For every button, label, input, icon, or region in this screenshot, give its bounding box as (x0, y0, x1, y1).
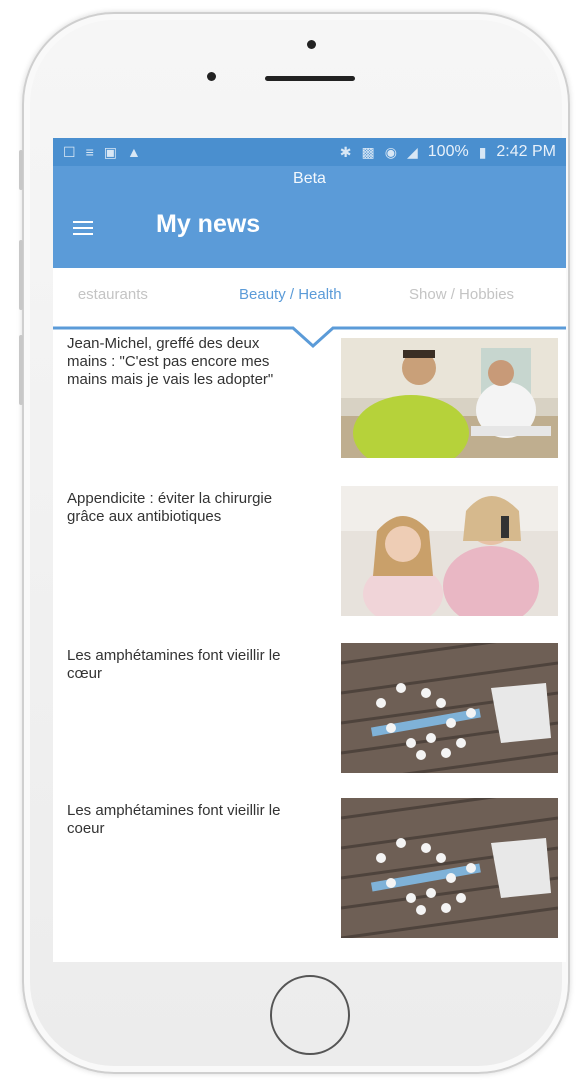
pills-syringe-photo (341, 643, 558, 773)
mute-switch (19, 150, 23, 190)
article-card[interactable]: Jean-Michel, greffé des deux mains : "C'… (53, 335, 566, 475)
beta-label: Beta (293, 170, 326, 187)
article-title: Les amphétamines font vieillir le coeur (67, 802, 281, 837)
article-card[interactable]: Appendicite : éviter la chirurgie grâce … (53, 486, 566, 626)
pills-syringe-photo (341, 798, 558, 938)
nfc-icon: ▩ (361, 143, 375, 160)
category-tabs: Restaurants Beauty / Health Show / Hobbi… (53, 268, 566, 349)
bluetooth-icon: ✱ (339, 143, 352, 160)
page-title: My news (156, 210, 261, 238)
article-title: Jean-Michel, greffé des deux mains : "C'… (67, 335, 274, 388)
hamburger-menu-icon[interactable] (73, 221, 93, 235)
signal-icon: ◢ (406, 143, 418, 160)
article-title: Les amphétamines font vieillir le cœur (67, 647, 281, 682)
tab-restaurants[interactable]: Restaurants (77, 286, 148, 303)
warning-icon: ▲ (126, 144, 141, 160)
proximity-sensor (207, 72, 216, 81)
tab-beauty-health[interactable]: Beauty / Health (239, 286, 342, 303)
volume-up-button (19, 240, 23, 310)
status-bar: ☐ ≡ ▣ ▲ ✱ ▩ ◉ ◢ 100% ▮ 2:42 PM (53, 138, 566, 166)
app-bar: Beta My news (53, 166, 566, 268)
image-icon: ▣ (103, 143, 117, 160)
notification-icon: ☐ (63, 143, 76, 160)
volume-down-button (19, 335, 23, 405)
article-title: Appendicite : éviter la chirurgie grâce … (67, 490, 273, 525)
article-card[interactable]: Les amphétamines font vieillir le coeur (53, 798, 566, 938)
clock: 2:42 PM (496, 143, 556, 160)
front-camera (307, 40, 316, 49)
article-card[interactable]: Les amphétamines font vieillir le cœur (53, 643, 566, 783)
earpiece-speaker (265, 76, 355, 81)
app-screen: ☐ ≡ ▣ ▲ ✱ ▩ ◉ ◢ 100% ▮ 2:42 PM Beta My n… (53, 138, 566, 962)
wifi-icon: ◉ (384, 143, 397, 160)
doctor-consultation-photo (341, 338, 558, 458)
home-button[interactable] (270, 975, 350, 1055)
voicemail-icon: ≡ (85, 144, 94, 160)
battery-percent: 100% (427, 143, 469, 160)
tab-show-hobbies[interactable]: Show / Hobbies (409, 286, 539, 303)
battery-icon: ▮ (478, 143, 487, 160)
mother-daughter-phone-photo (341, 486, 558, 616)
